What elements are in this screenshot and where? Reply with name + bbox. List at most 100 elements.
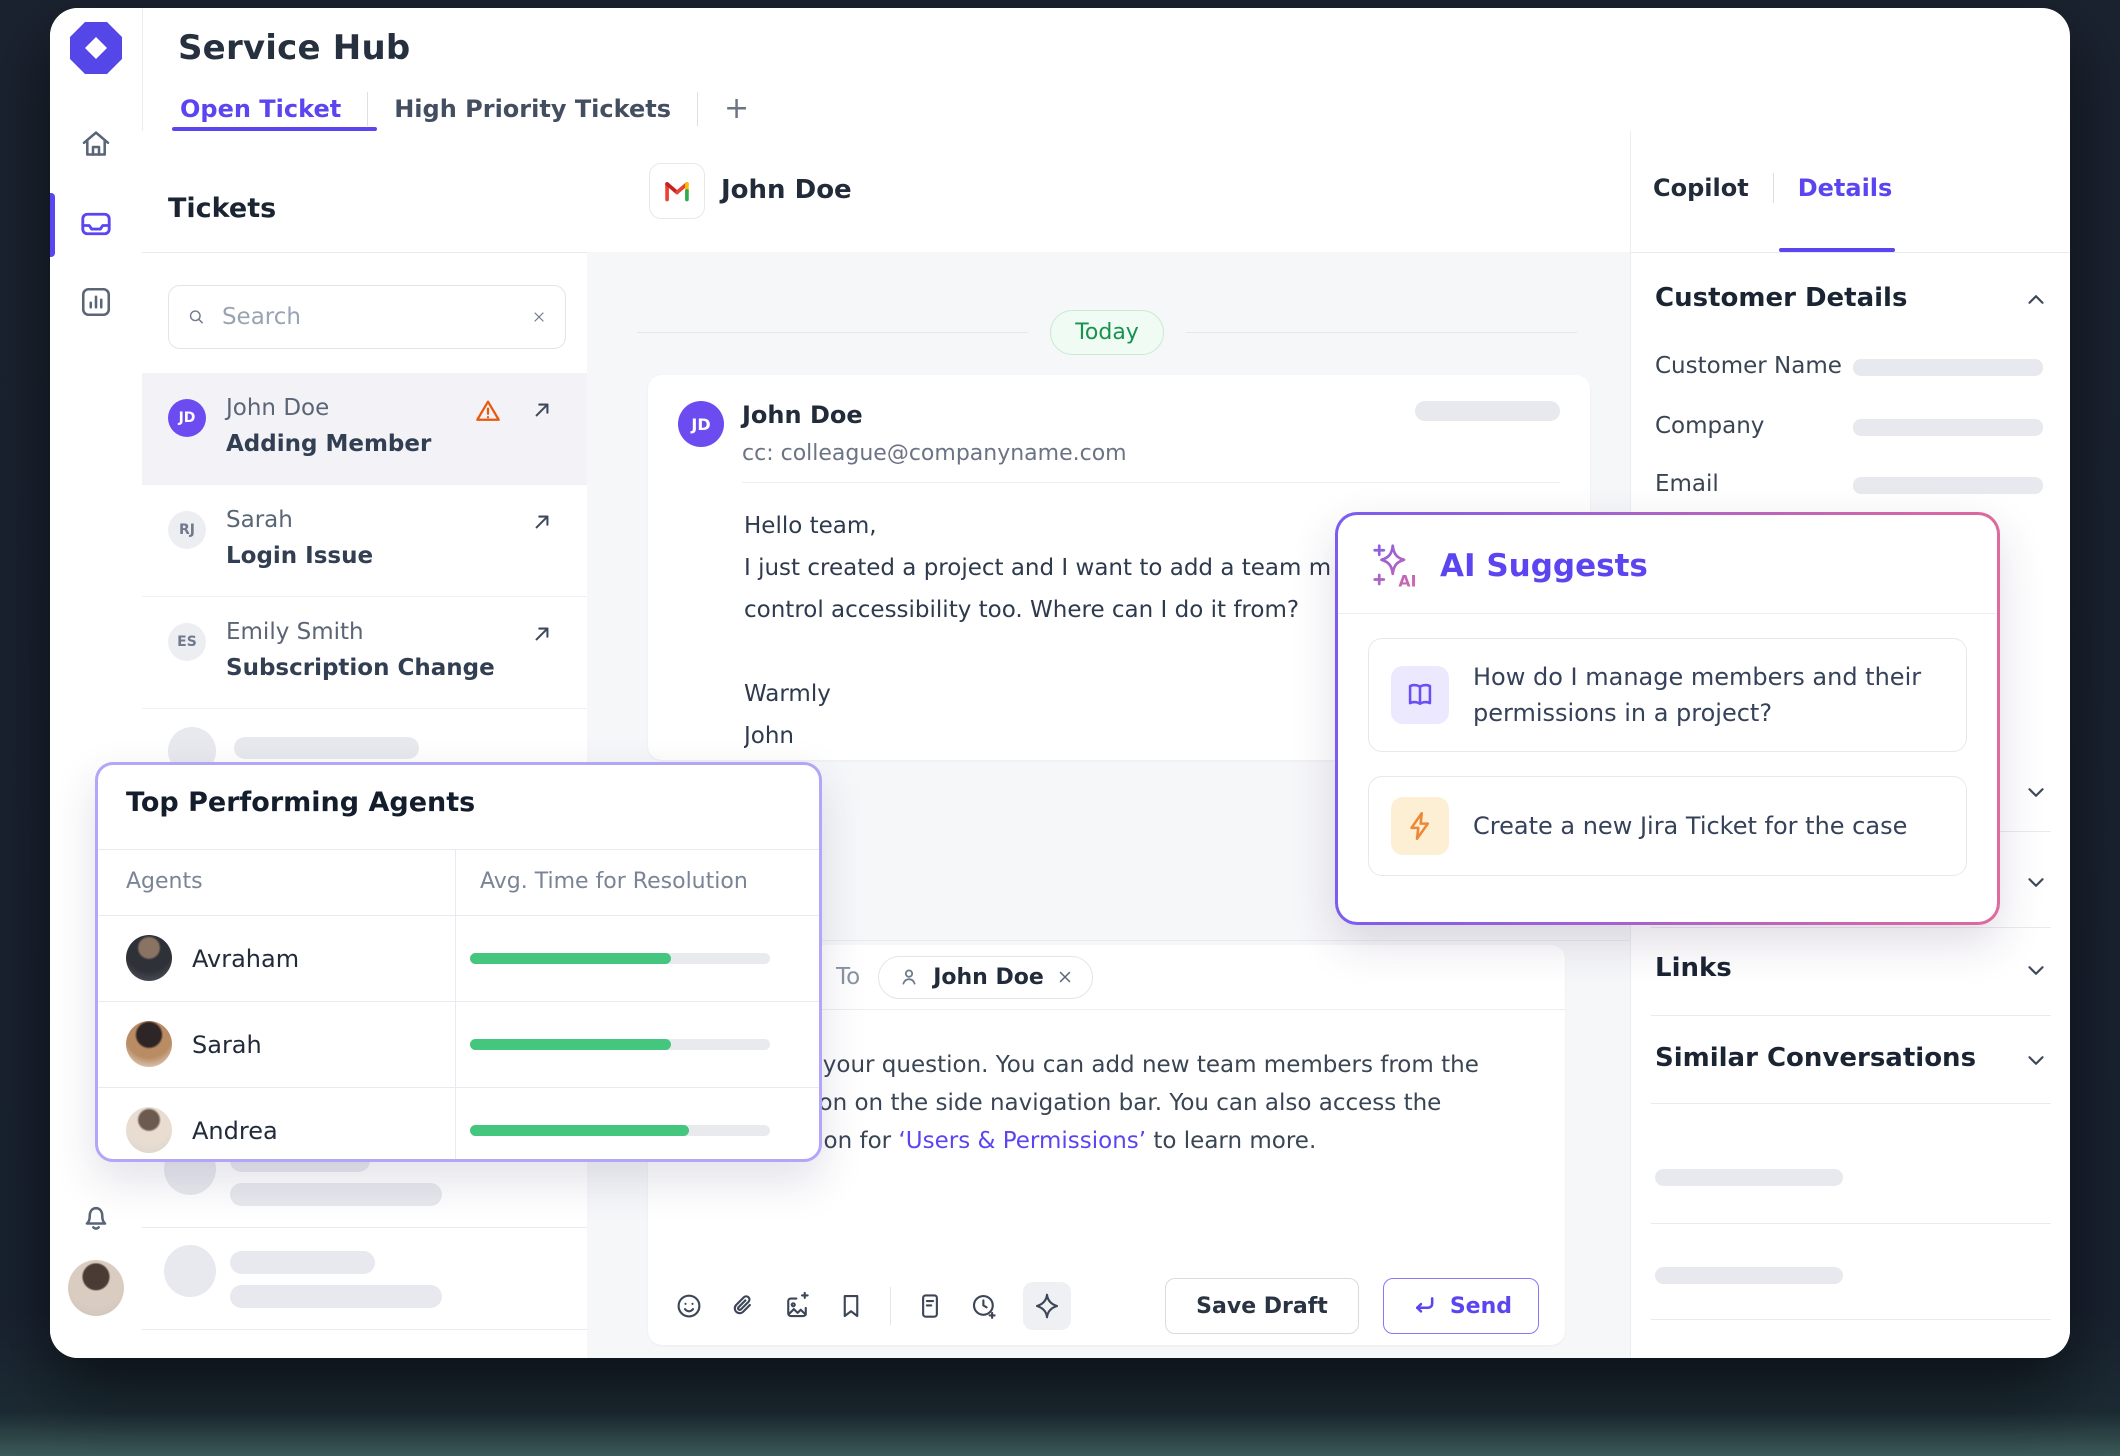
sparkle-icon — [1032, 1291, 1062, 1321]
search-input[interactable] — [220, 303, 517, 331]
person-icon — [897, 965, 921, 989]
chevron-down-icon[interactable] — [2023, 779, 2049, 805]
chevron-down-icon[interactable] — [2023, 1047, 2049, 1073]
ticket-avatar: JD — [168, 399, 206, 437]
customer-details-title: Customer Details — [1655, 283, 1907, 313]
field-label: Company — [1655, 413, 1764, 439]
bookmark-icon[interactable] — [836, 1291, 866, 1321]
chevron-down-icon[interactable] — [2023, 869, 2049, 895]
save-draft-button[interactable]: Save Draft — [1165, 1278, 1359, 1334]
agent-avatar — [126, 1021, 172, 1067]
search-icon — [187, 304, 206, 330]
user-avatar[interactable] — [68, 1260, 124, 1316]
reply-text: to learn more. — [1146, 1128, 1316, 1154]
ai-suggestion-text: How do I manage members and their permis… — [1473, 659, 1923, 731]
tickets-panel: Tickets JD John Doe Adding Member — [142, 131, 588, 1358]
ticket-avatar: RJ — [168, 511, 206, 549]
ai-suggests-card: AI AI Suggests How do I manage members a… — [1335, 512, 2000, 925]
list-divider — [142, 1329, 587, 1330]
ai-suggestion-create-jira[interactable]: Create a new Jira Ticket for the case — [1368, 776, 1967, 876]
top-performing-agents-card: Top Performing Agents Agents Avg. Time f… — [95, 762, 822, 1162]
skeleton-avatar — [164, 1245, 216, 1297]
clear-search-icon[interactable] — [531, 306, 547, 328]
users-permissions-link[interactable]: ‘Users & Permissions’ — [898, 1128, 1146, 1154]
insert-image-icon[interactable] — [782, 1291, 812, 1321]
tab-copilot[interactable]: Copilot — [1653, 174, 1749, 202]
reply-line: r your question. You can add new team me… — [806, 1046, 1535, 1084]
tickets-divider — [142, 252, 587, 253]
ticket-subject: Adding Member — [226, 431, 431, 457]
tab-open-ticket[interactable]: Open Ticket — [180, 95, 341, 123]
chevron-down-icon[interactable] — [2023, 957, 2049, 983]
send-button[interactable]: Send — [1383, 1278, 1539, 1334]
recipient-chip[interactable]: John Doe — [878, 956, 1093, 999]
links-section-header[interactable]: Links — [1655, 953, 1732, 983]
ticket-row-john-doe[interactable]: JD John Doe Adding Member — [142, 373, 587, 485]
card-divider — [98, 849, 822, 850]
add-tab-button[interactable]: + — [724, 94, 749, 124]
tab-details[interactable]: Details — [1798, 174, 1893, 202]
agent-row: Andrea — [98, 1087, 819, 1162]
ticket-row-sarah[interactable]: RJ Sarah Login Issue — [142, 485, 587, 597]
agent-name: Avraham — [192, 945, 299, 973]
field-value-skeleton — [1853, 359, 2043, 376]
ai-assist-button[interactable] — [1023, 1282, 1071, 1330]
ai-suggestion-manage-members[interactable]: How do I manage members and their permis… — [1368, 638, 1967, 752]
search-box — [168, 285, 566, 349]
section-divider — [1651, 927, 2051, 928]
ticket-avatar: ES — [168, 623, 206, 661]
workspace-tabs: Open Ticket High Priority Tickets + — [180, 86, 749, 132]
page-title: Service Hub — [178, 28, 410, 68]
similar-conversations-header[interactable]: Similar Conversations — [1655, 1043, 1976, 1073]
ai-sparkle-icon: AI — [1368, 539, 1422, 593]
open-ticket-arrow-icon[interactable] — [529, 397, 555, 423]
attachment-icon[interactable] — [728, 1291, 758, 1321]
section-divider — [1651, 1223, 2051, 1224]
ticket-name: John Doe — [226, 395, 329, 421]
tab-separator — [1773, 173, 1774, 203]
open-ticket-arrow-icon[interactable] — [529, 509, 555, 535]
recipient-name: John Doe — [933, 965, 1044, 990]
chevron-up-icon[interactable] — [2023, 287, 2049, 313]
section-divider — [1651, 1015, 2051, 1016]
sidebar-item-home[interactable] — [78, 126, 114, 162]
ticket-name: Emily Smith — [226, 619, 364, 645]
date-separator: Today — [637, 310, 1577, 355]
agent-avatar — [126, 935, 172, 981]
open-ticket-arrow-icon[interactable] — [529, 621, 555, 647]
skeleton-line — [230, 1183, 442, 1206]
field-value-skeleton — [1853, 477, 2043, 494]
compose-toolbar: Save Draft Send — [648, 1267, 1565, 1345]
resolution-bar — [470, 1039, 770, 1050]
ticket-name: Sarah — [226, 507, 293, 533]
date-line — [1186, 332, 1577, 333]
schedule-icon[interactable] — [969, 1291, 999, 1321]
tab-separator — [697, 92, 698, 126]
sidebar-item-inbox[interactable] — [78, 206, 114, 242]
section-divider — [1651, 1319, 2051, 1320]
agent-name: Sarah — [192, 1031, 262, 1059]
page-background: Service Hub Open Ticket High Priority Ti… — [0, 0, 2120, 1456]
conversation-contact-name: John Doe — [721, 175, 852, 205]
ai-suggests-header: AI AI Suggests — [1338, 515, 1997, 614]
customer-details-header[interactable]: Customer Details — [1655, 283, 1907, 313]
to-label: To — [836, 964, 860, 990]
list-divider — [142, 1227, 587, 1228]
template-icon[interactable] — [915, 1291, 945, 1321]
sidebar-item-reports[interactable] — [78, 284, 114, 320]
timestamp-skeleton — [1415, 401, 1560, 421]
agent-avatar — [126, 1107, 172, 1153]
notifications-bell-icon[interactable] — [78, 1198, 114, 1234]
ai-suggestion-text: Create a new Jira Ticket for the case — [1473, 808, 1907, 844]
emoji-icon[interactable] — [674, 1291, 704, 1321]
remove-recipient-icon[interactable] — [1056, 968, 1074, 986]
section-divider — [1651, 1103, 2051, 1104]
column-header-resolution: Avg. Time for Resolution — [480, 869, 748, 894]
field-value-skeleton — [1853, 419, 2043, 436]
warning-icon — [474, 397, 502, 425]
field-label: Email — [1655, 471, 1719, 497]
agent-name: Andrea — [192, 1117, 278, 1145]
tab-high-priority[interactable]: High Priority Tickets — [394, 95, 671, 123]
ticket-row-emily-smith[interactable]: ES Emily Smith Subscription Change — [142, 597, 587, 709]
agents-card-title: Top Performing Agents — [126, 787, 475, 818]
